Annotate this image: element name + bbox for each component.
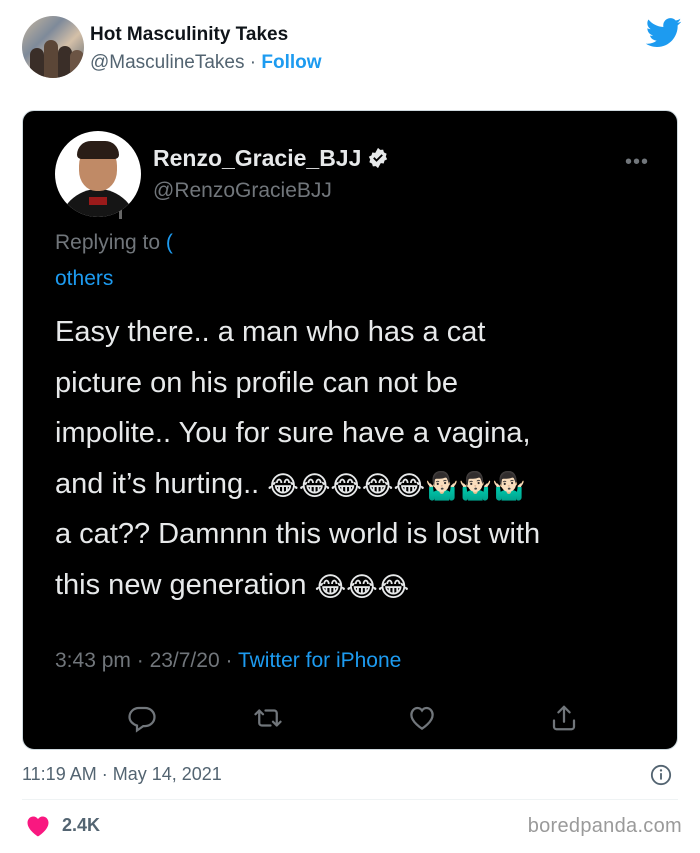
- replying-mention: (: [165, 231, 173, 254]
- author-name[interactable]: Hot Masculinity Takes: [90, 24, 288, 46]
- renzo-avatar: [55, 131, 141, 217]
- replying-others: others: [55, 267, 114, 290]
- tweet-time: 3:43 pm: [55, 649, 131, 672]
- more-options-icon: •••: [624, 151, 649, 173]
- tweet-meta: 3:43 pm · 23/7/20 · Twitter for iPhone: [55, 649, 402, 672]
- footer-divider: [22, 799, 678, 800]
- share-icon: [552, 705, 576, 731]
- heart-icon[interactable]: [26, 815, 50, 837]
- follow-link[interactable]: Follow: [261, 52, 321, 73]
- tweet-line: this new generation: [55, 568, 307, 601]
- emoji-group: 😂😂😂: [314, 571, 410, 602]
- tweet-line-with-emoji: this new generation 😂😂😂: [55, 560, 655, 611]
- tweet-line: picture on his profile can not be: [55, 366, 459, 399]
- tweet-line: impolite.. You for sure have a vagina,: [55, 417, 531, 449]
- replying-prefix: Replying to: [55, 231, 166, 254]
- tweet-source: Twitter for iPhone: [237, 649, 402, 672]
- tweet-screenshot: Renzo_Gracie_BJJ @RenzoGracieBJJ ••• Rep…: [22, 110, 678, 750]
- reply-icon: [128, 706, 156, 733]
- twitter-bird-icon[interactable]: [646, 18, 682, 48]
- tweet-text: Easy there.. a man who has a cat picture…: [55, 307, 655, 610]
- embed-header: Hot Masculinity Takes @MasculineTakes · …: [22, 16, 682, 80]
- tweet-line: Easy there.. a man who has a cat: [55, 316, 486, 348]
- retweet-icon: [254, 709, 282, 727]
- author-handle[interactable]: @MasculineTakes: [90, 52, 244, 73]
- boredpanda-watermark: boredpanda.com: [527, 815, 682, 837]
- replying-to: Replying to (: [55, 231, 173, 255]
- handle-separator: ·: [244, 52, 262, 73]
- screenshot-handle: @RenzoGracieBJJ: [153, 179, 332, 202]
- tweet-line: and it’s hurting..: [55, 467, 260, 500]
- like-icon: [410, 706, 434, 730]
- info-icon[interactable]: [650, 764, 672, 786]
- screenshot-display-name: Renzo_Gracie_BJJ: [153, 145, 389, 172]
- verified-badge-icon: [369, 147, 388, 169]
- tweet-date: 23/7/20: [149, 649, 220, 672]
- author-handle-row: @MasculineTakes · Follow: [90, 52, 322, 74]
- tweet-line-with-emoji: and it’s hurting.. 😂😂😂😂😂🤷🏻‍♂️🤷🏻‍♂️🤷🏻‍♂️: [55, 459, 655, 510]
- emoji-group: 😂😂😂😂😂🤷🏻‍♂️🤷🏻‍♂️🤷🏻‍♂️: [267, 470, 526, 501]
- post-timestamp[interactable]: 11:19 AM · May 14, 2021: [22, 764, 222, 785]
- author-avatar[interactable]: [22, 16, 84, 78]
- display-name-text: Renzo_Gracie_BJJ: [153, 145, 362, 171]
- action-bar: [103, 703, 603, 737]
- like-count[interactable]: 2.4K: [62, 815, 100, 836]
- tweet-line: a cat?? Damnnn this world is lost with: [55, 518, 541, 550]
